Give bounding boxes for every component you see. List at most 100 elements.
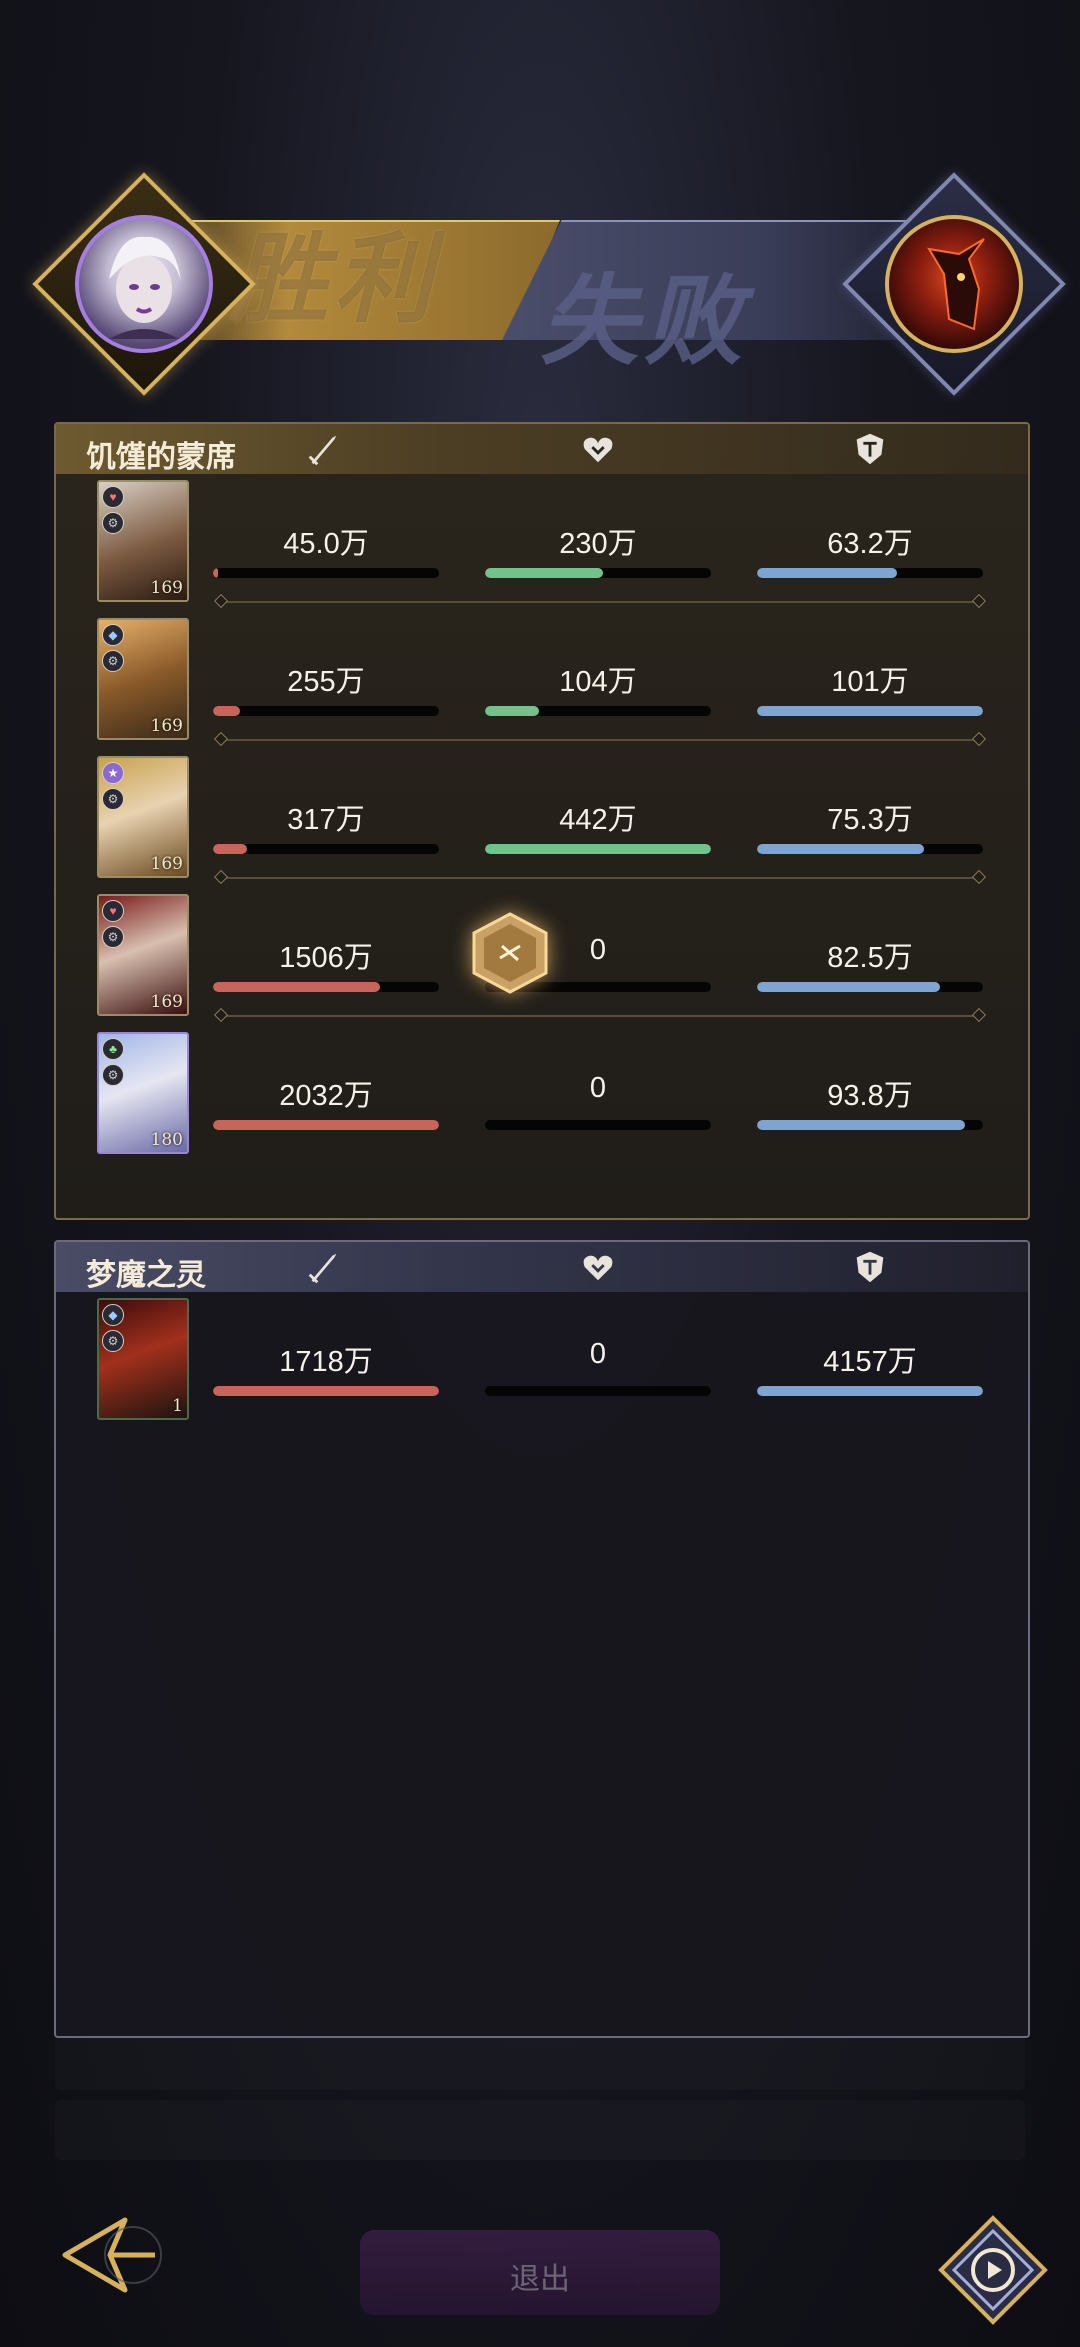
stat-value: 93.8万 (827, 1080, 913, 1112)
exit-button-label: 退出 (510, 2263, 570, 2296)
battle-result-banner: 胜利 失败 (0, 160, 1080, 400)
stat-bar-fill (757, 1386, 983, 1396)
stat-value: 230万 (559, 528, 637, 560)
class-badge-icon: ⚙ (102, 1330, 124, 1352)
heart-icon (577, 428, 619, 470)
class-badge-icon: ⚙ (102, 788, 124, 810)
clover-badge-icon: ♣ (102, 1038, 124, 1060)
stat-bar (757, 1386, 983, 1396)
background-decoration (55, 2030, 1025, 2090)
player-avatar (75, 215, 213, 353)
stat-bar-fill (213, 706, 241, 716)
stat-bar (213, 1386, 439, 1396)
class-badge-icon: ◆ (102, 624, 124, 646)
hero-portrait[interactable]: ♣ ⚙ 180 (97, 1032, 189, 1154)
enemy-name: 梦魔之灵 (86, 1258, 206, 1293)
sword-icon (302, 1246, 344, 1288)
player-emblem (32, 172, 256, 396)
star-badge-icon: ★ (102, 762, 124, 784)
stat-bar-fill (757, 706, 983, 716)
class-badge-icon: ⚙ (102, 650, 124, 672)
hero-level: 169 (150, 992, 183, 1012)
shield-icon (849, 428, 891, 470)
hero-level: 169 (150, 854, 183, 874)
stat-bar-fill (757, 982, 941, 992)
hero-level: 169 (150, 716, 183, 736)
stat-bar-fill (757, 1120, 965, 1130)
stat-bar-fill (757, 568, 898, 578)
stat-bar (485, 1386, 711, 1396)
stat-value: 101万 (831, 666, 909, 698)
stat-value: 45.0万 (283, 528, 369, 560)
stat-bar (485, 706, 711, 716)
stat-bar (757, 1120, 983, 1130)
row-divider (220, 877, 980, 879)
stat-value: 317万 (287, 804, 365, 836)
hero-portrait[interactable]: ★ ⚙ 169 (97, 756, 189, 878)
heart-badge-icon: ♥ (102, 486, 124, 508)
stat-value: 442万 (559, 804, 637, 836)
enemy-member-row[interactable]: ◆ ⚙ 1 1718万 0 4157万 (56, 1292, 1028, 1422)
glowing-hex-badge-icon[interactable] (472, 912, 548, 994)
back-arrow-icon[interactable] (55, 2210, 165, 2300)
team-member-row[interactable]: ★ ⚙ 169 317万 442万 75.3万 (56, 750, 1028, 880)
team-panel-header: 饥馑的蒙席 (56, 424, 1028, 475)
victory-text: 胜利 (230, 222, 439, 337)
stat-value: 255万 (287, 666, 365, 698)
class-badge-icon: ⚙ (102, 1064, 124, 1086)
stat-bar-fill (485, 568, 603, 578)
stat-bar-fill (757, 844, 925, 854)
stat-value: 0 (589, 1072, 607, 1104)
hero-level: 180 (150, 1130, 183, 1150)
stat-bar (213, 844, 439, 854)
defeat-text: 失败 (540, 264, 749, 379)
stat-bar-fill (213, 982, 381, 992)
stat-bar-fill (213, 1120, 439, 1130)
hero-portrait[interactable]: ♥ ⚙ 169 (97, 894, 189, 1016)
stat-value: 104万 (559, 666, 637, 698)
class-badge-icon: ⚙ (102, 926, 124, 948)
stat-bar (213, 982, 439, 992)
team-stats-panel: 饥馑的蒙席 ♥ ⚙ 169 45.0万 230万 63.2万 ◆ ⚙ 169 2… (54, 422, 1030, 1220)
stat-bar (485, 844, 711, 854)
stat-value: 0 (589, 1338, 607, 1370)
stat-value: 1506万 (279, 942, 373, 974)
row-divider (220, 1015, 980, 1017)
row-divider (220, 739, 980, 741)
class-badge-icon: ⚙ (102, 512, 124, 534)
enemy-avatar (885, 215, 1023, 353)
team-name: 饥馑的蒙席 (86, 440, 236, 475)
stat-bar (757, 982, 983, 992)
heart-badge-icon: ♥ (102, 900, 124, 922)
exit-button[interactable]: 退出 (360, 2230, 720, 2315)
stat-bar-fill (213, 568, 218, 578)
hero-level: 169 (150, 578, 183, 598)
row-divider (220, 601, 980, 603)
stat-bar (213, 568, 439, 578)
stat-bar (213, 1120, 439, 1130)
hero-portrait[interactable]: ◆ ⚙ 169 (97, 618, 189, 740)
enemy-panel-header: 梦魔之灵 (56, 1242, 1028, 1293)
stat-value: 63.2万 (827, 528, 913, 560)
stat-bar-fill (213, 1386, 439, 1396)
stat-value: 75.3万 (827, 804, 913, 836)
stat-bar (757, 844, 983, 854)
stat-value: 82.5万 (827, 942, 913, 974)
stat-value: 2032万 (279, 1080, 373, 1112)
stat-value: 1718万 (279, 1346, 373, 1378)
stat-bar (485, 568, 711, 578)
stat-bar-fill (485, 706, 540, 716)
hero-portrait[interactable]: ♥ ⚙ 169 (97, 480, 189, 602)
stat-bar (485, 1120, 711, 1130)
team-member-row[interactable]: ♣ ⚙ 180 2032万 0 93.8万 (56, 1026, 1028, 1156)
sword-icon (302, 428, 344, 470)
team-member-row[interactable]: ♥ ⚙ 169 45.0万 230万 63.2万 (56, 474, 1028, 604)
enemy-emblem (842, 172, 1066, 396)
team-member-row[interactable]: ◆ ⚙ 169 255万 104万 101万 (56, 612, 1028, 742)
stat-bar-fill (485, 844, 711, 854)
class-badge-icon: ◆ (102, 1304, 124, 1326)
replay-icon[interactable] (938, 2215, 1048, 2325)
enemy-portrait[interactable]: ◆ ⚙ 1 (97, 1298, 189, 1420)
stat-value: 4157万 (823, 1346, 917, 1378)
stat-bar (757, 706, 983, 716)
